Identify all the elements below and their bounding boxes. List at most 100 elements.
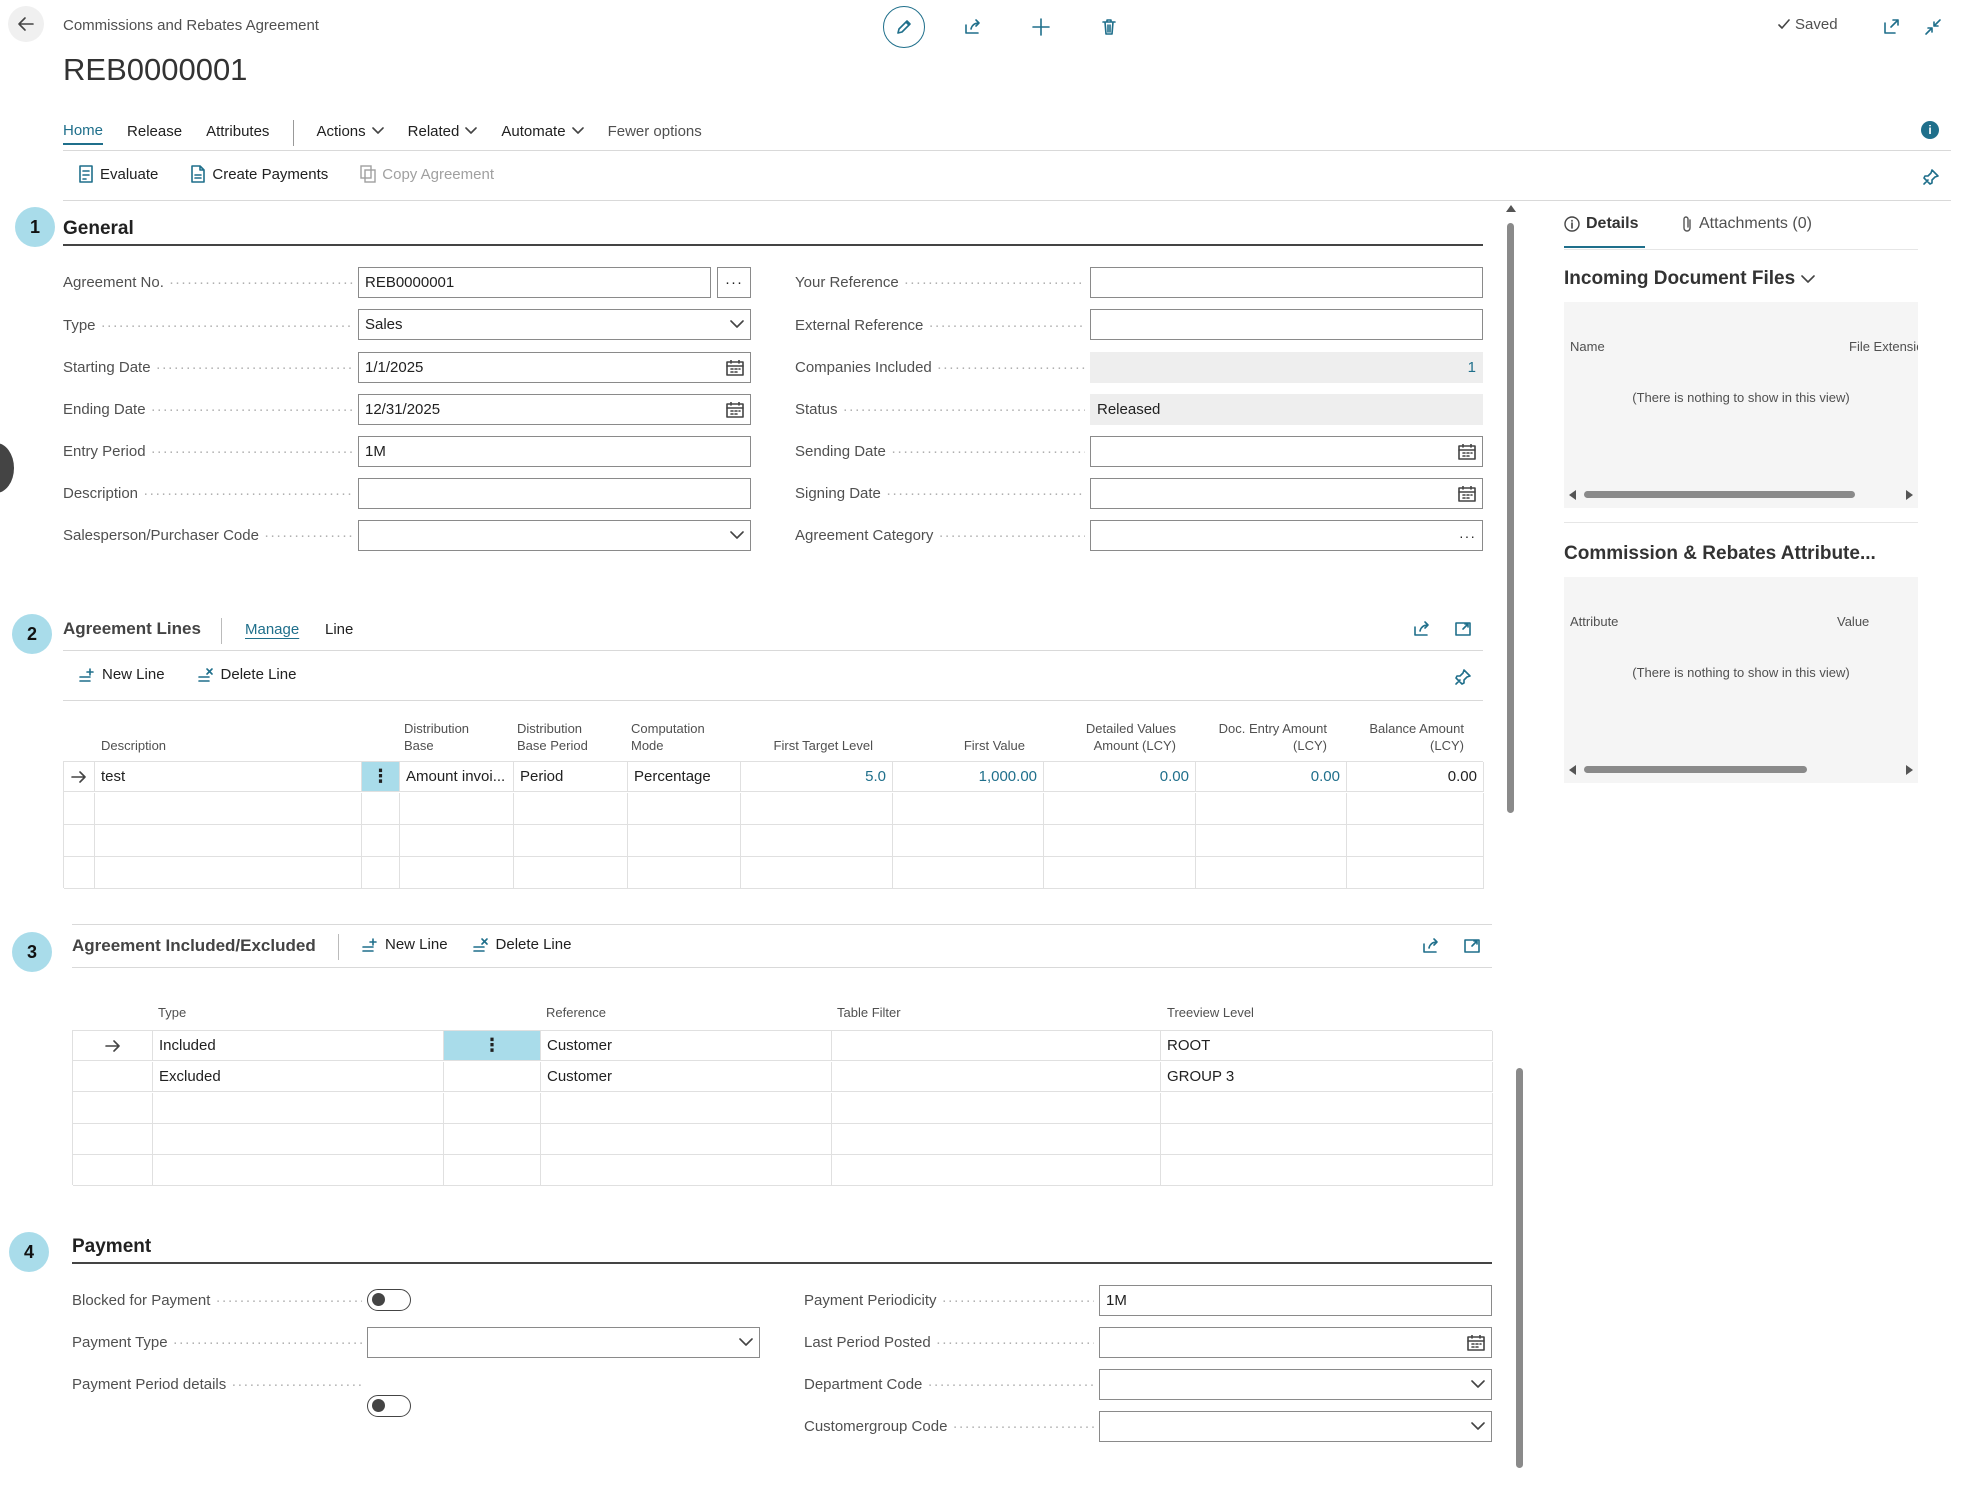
calendar-icon[interactable] — [726, 401, 744, 418]
column-header-detailed-values-amount[interactable]: Detailed Values Amount (LCY) — [1040, 720, 1176, 754]
cell-description[interactable]: test — [95, 762, 362, 792]
lines-share-button[interactable] — [1407, 614, 1437, 644]
column-header-treeview-level[interactable]: Treeview Level — [1167, 1004, 1254, 1021]
cell-computation-mode[interactable]: Percentage — [628, 762, 741, 792]
table-row[interactable]: Included ⋮ Customer ROOT — [73, 1031, 1493, 1062]
scroll-right-arrow[interactable] — [1906, 765, 1913, 775]
section-title-included-excluded[interactable]: Agreement Included/Excluded — [72, 936, 316, 956]
delete-button[interactable] — [1094, 12, 1124, 42]
agreement-category-input[interactable]: ··· — [1090, 520, 1483, 551]
ellipsis-icon[interactable]: ··· — [1459, 528, 1476, 544]
attributes-title[interactable]: Commission & Rebates Attribute... — [1564, 543, 1876, 565]
scroll-thumb[interactable] — [1516, 1068, 1523, 1468]
cell-table-filter[interactable] — [832, 1062, 1161, 1092]
lines-expand-button[interactable] — [1448, 614, 1478, 644]
customergroup-code-select[interactable] — [1099, 1411, 1492, 1442]
empty-row[interactable] — [73, 1093, 1493, 1186]
copy-agreement-button[interactable]: Copy Agreement — [360, 165, 494, 183]
cell-distribution-base-period[interactable]: Period — [514, 762, 628, 792]
row-menu-cell[interactable] — [444, 1062, 541, 1092]
external-reference-input[interactable] — [1090, 309, 1483, 340]
info-icon[interactable]: i — [1921, 121, 1939, 139]
column-header-distribution-base-period[interactable]: Distribution Base Period — [517, 720, 588, 754]
scroll-left-arrow[interactable] — [1569, 765, 1576, 775]
calendar-icon[interactable] — [1458, 443, 1476, 460]
last-period-posted-input[interactable] — [1099, 1327, 1492, 1358]
column-header-distribution-base[interactable]: Distribution Base — [404, 720, 469, 754]
create-payments-button[interactable]: Create Payments — [190, 165, 328, 183]
payment-periodicity-input[interactable]: 1M — [1099, 1285, 1492, 1316]
row-selector[interactable] — [73, 1062, 153, 1092]
horizontal-scrollbar[interactable] — [1564, 488, 1918, 502]
type-select[interactable]: Sales — [358, 309, 751, 340]
column-header-table-filter[interactable]: Table Filter — [837, 1004, 901, 1021]
factbox-tab-details[interactable]: Details — [1564, 215, 1638, 233]
horizontal-scrollbar[interactable] — [1564, 763, 1918, 777]
new-line-button[interactable]: New Line — [361, 936, 448, 953]
cell-treeview-level[interactable]: ROOT — [1161, 1031, 1493, 1061]
companies-included-value[interactable]: 1 — [1090, 352, 1483, 383]
new-line-button[interactable]: New Line — [78, 666, 165, 683]
column-header-reference[interactable]: Reference — [546, 1004, 606, 1021]
cell-first-value[interactable]: 1,000.00 — [893, 762, 1044, 792]
row-menu-button[interactable]: ⋮ — [444, 1031, 541, 1061]
delete-line-button[interactable]: Delete Line — [197, 666, 296, 683]
tab-actions[interactable]: Actions — [316, 123, 384, 144]
blocked-for-payment-toggle[interactable] — [367, 1289, 411, 1311]
calendar-icon[interactable] — [1467, 1334, 1485, 1351]
row-selector[interactable] — [64, 762, 95, 792]
cell-type[interactable]: Excluded — [153, 1062, 444, 1092]
table-row[interactable]: test ⋮ Amount invoi... Period Percentage… — [64, 762, 1484, 793]
agreement-no-input[interactable]: REB0000001 — [358, 267, 711, 298]
salesperson-code-select[interactable] — [358, 520, 751, 551]
signing-date-input[interactable] — [1090, 478, 1483, 509]
scroll-right-arrow[interactable] — [1906, 490, 1913, 500]
cell-reference[interactable]: Customer — [541, 1062, 832, 1092]
cell-type[interactable]: Included — [153, 1031, 444, 1061]
column-header-first-target-level[interactable]: First Target Level — [740, 737, 873, 754]
calendar-icon[interactable] — [726, 359, 744, 376]
open-new-window-button[interactable] — [1876, 12, 1906, 42]
tab-attributes[interactable]: Attributes — [206, 123, 269, 144]
cell-reference[interactable]: Customer — [541, 1031, 832, 1061]
delete-line-button[interactable]: Delete Line — [472, 936, 571, 953]
column-header-balance-amount[interactable]: Balance Amount (LCY) — [1340, 720, 1464, 754]
scroll-thumb[interactable] — [1507, 223, 1514, 813]
share-button[interactable] — [958, 12, 988, 42]
cell-distribution-base[interactable]: Amount invoi... — [400, 762, 514, 792]
table-row[interactable]: Excluded Customer GROUP 3 — [73, 1062, 1493, 1093]
tab-manage[interactable]: Manage — [245, 621, 299, 638]
row-selector[interactable] — [73, 1031, 153, 1061]
column-header-value[interactable]: Value — [1837, 614, 1869, 629]
section-title-general[interactable]: General — [63, 218, 134, 240]
column-header-computation-mode[interactable]: Computation Mode — [631, 720, 705, 754]
back-button[interactable] — [8, 6, 44, 42]
scroll-up-arrow[interactable] — [1506, 205, 1516, 212]
agreement-no-assist-button[interactable]: ··· — [717, 267, 751, 298]
collapse-button[interactable] — [1918, 12, 1948, 42]
cell-doc-entry-amount[interactable]: 0.00 — [1196, 762, 1347, 792]
tab-related[interactable]: Related — [408, 123, 478, 144]
column-header-file-extension[interactable]: File Extensio — [1849, 339, 1918, 354]
entry-period-input[interactable]: 1M — [358, 436, 751, 467]
cell-balance-amount[interactable]: 0.00 — [1347, 762, 1484, 792]
new-button[interactable] — [1026, 12, 1056, 42]
department-code-select[interactable] — [1099, 1369, 1492, 1400]
scroll-thumb[interactable] — [1584, 491, 1855, 498]
cell-first-target-level[interactable]: 5.0 — [741, 762, 893, 792]
column-header-description[interactable]: Description — [101, 737, 166, 754]
sending-date-input[interactable] — [1090, 436, 1483, 467]
starting-date-input[interactable]: 1/1/2025 — [358, 352, 751, 383]
cell-treeview-level[interactable]: GROUP 3 — [1161, 1062, 1493, 1092]
section-title-payment[interactable]: Payment — [72, 1236, 151, 1258]
column-header-attribute[interactable]: Attribute — [1570, 614, 1618, 629]
included-expand-button[interactable] — [1457, 931, 1487, 961]
column-header-doc-entry-amount[interactable]: Doc. Entry Amount (LCY) — [1190, 720, 1327, 754]
edit-button[interactable] — [883, 6, 925, 48]
column-header-type[interactable]: Type — [158, 1004, 186, 1021]
cell-detailed-values-amount[interactable]: 0.00 — [1044, 762, 1196, 792]
payment-type-select[interactable] — [367, 1327, 760, 1358]
calendar-icon[interactable] — [1458, 485, 1476, 502]
scroll-thumb[interactable] — [1584, 766, 1807, 773]
tab-automate[interactable]: Automate — [501, 123, 584, 144]
